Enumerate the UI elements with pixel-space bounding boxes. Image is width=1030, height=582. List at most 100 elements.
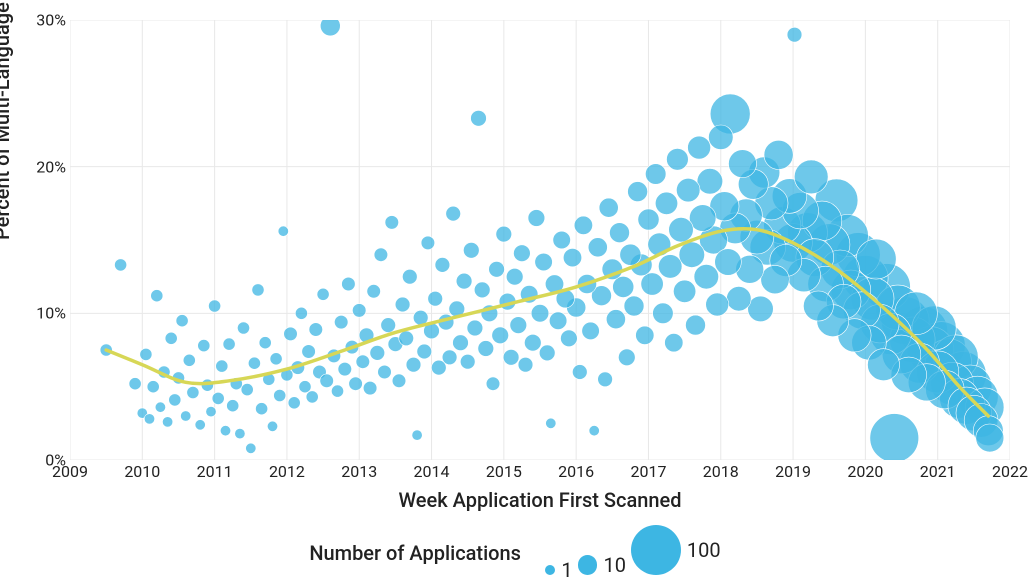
data-point — [115, 259, 127, 271]
data-point — [320, 374, 334, 388]
data-point — [442, 350, 457, 365]
data-point — [628, 182, 648, 202]
data-point — [385, 216, 399, 230]
data-point — [787, 27, 802, 42]
x-tick-label: 2018 — [703, 462, 739, 481]
data-point — [510, 317, 527, 334]
size-legend: Number of Applications 1 10 100 — [0, 525, 1030, 582]
data-point — [686, 315, 706, 335]
data-point — [216, 360, 228, 372]
data-point — [402, 269, 417, 284]
data-point — [709, 125, 734, 150]
data-point — [412, 430, 422, 440]
data-point — [467, 320, 483, 336]
data-point — [367, 285, 381, 299]
data-point — [613, 276, 634, 297]
data-point — [187, 386, 199, 398]
data-point — [370, 346, 385, 361]
data-point — [267, 421, 277, 431]
data-point — [535, 253, 553, 271]
data-point — [392, 374, 406, 388]
legend-item: 100 — [631, 525, 721, 575]
data-point — [803, 291, 833, 321]
x-tick-label: 2010 — [124, 462, 160, 481]
data-point — [288, 397, 300, 409]
data-point — [155, 402, 165, 412]
data-point — [486, 377, 500, 391]
data-point — [667, 148, 689, 170]
data-point — [645, 164, 666, 185]
data-point — [252, 284, 264, 296]
data-point — [764, 140, 793, 169]
y-tick-label: 30% — [10, 11, 66, 30]
data-point — [349, 377, 363, 391]
data-point — [181, 411, 191, 421]
data-point — [641, 273, 663, 295]
data-point — [363, 381, 377, 395]
data-point — [599, 198, 618, 217]
data-point — [478, 341, 494, 357]
data-point — [206, 406, 216, 416]
data-point — [588, 238, 607, 257]
data-point — [352, 304, 366, 318]
data-point — [688, 136, 711, 159]
data-point — [870, 414, 919, 460]
data-point — [618, 349, 635, 366]
data-point — [489, 261, 505, 277]
data-point — [514, 245, 531, 262]
data-point — [761, 265, 789, 293]
legend-label: 1 — [561, 558, 572, 582]
data-point — [183, 354, 195, 366]
data-point — [176, 315, 188, 327]
x-tick-label: 2017 — [630, 462, 666, 481]
data-point — [417, 344, 432, 359]
data-point — [453, 335, 469, 351]
data-point — [129, 378, 141, 390]
data-point — [356, 355, 370, 369]
legend-label: 10 — [603, 553, 625, 577]
data-point — [270, 353, 282, 365]
data-point — [976, 424, 1004, 452]
data-point — [574, 216, 592, 234]
data-point — [582, 322, 600, 340]
data-point — [589, 426, 599, 436]
data-point — [381, 318, 396, 333]
y-axis-title: Percent of Multi-Language Applications — [0, 0, 14, 240]
legend-label: 100 — [687, 538, 721, 562]
x-tick-label: 2009 — [52, 462, 88, 481]
x-tick-label: 2022 — [992, 462, 1028, 481]
data-point — [610, 223, 630, 243]
data-point — [572, 365, 587, 380]
data-point — [636, 326, 654, 344]
data-point — [147, 381, 159, 393]
data-point — [302, 345, 316, 359]
data-point — [794, 160, 828, 194]
data-point — [435, 258, 450, 273]
data-point — [195, 420, 205, 430]
data-point — [506, 268, 523, 285]
data-point — [549, 312, 567, 330]
data-point — [673, 280, 695, 302]
data-point — [658, 255, 682, 279]
data-point — [331, 385, 343, 397]
data-point — [227, 400, 239, 412]
data-point — [727, 286, 752, 311]
x-tick-label: 2021 — [920, 462, 956, 481]
x-tick-label: 2019 — [775, 462, 811, 481]
data-point — [317, 288, 329, 300]
data-point — [237, 322, 249, 334]
data-point — [235, 428, 245, 438]
data-point — [518, 357, 533, 372]
data-point — [342, 277, 356, 291]
data-point — [748, 296, 774, 322]
data-point — [248, 357, 260, 369]
data-point — [456, 273, 472, 289]
data-point — [378, 365, 392, 379]
data-point — [338, 362, 352, 376]
data-point — [546, 418, 556, 428]
data-point — [295, 307, 307, 319]
data-point — [471, 110, 487, 126]
data-point — [246, 443, 256, 453]
data-point — [679, 242, 705, 268]
plot-area — [70, 20, 1010, 460]
